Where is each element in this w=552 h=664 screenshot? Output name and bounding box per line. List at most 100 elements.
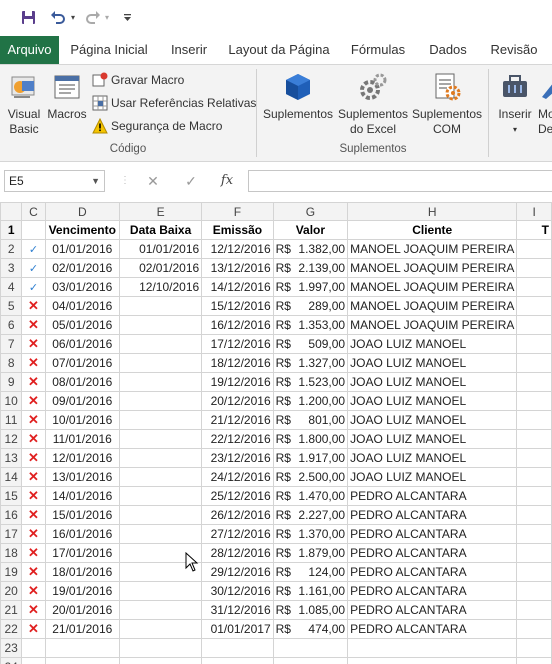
- cell-valor[interactable]: R$ 1.370,00: [272, 524, 349, 544]
- status-cell[interactable]: ✕: [21, 391, 46, 411]
- row-header[interactable]: 3: [0, 258, 23, 278]
- status-cell[interactable]: ✕: [21, 543, 46, 563]
- redo-dropdown-icon[interactable]: ▾: [102, 8, 112, 26]
- cell-vencimento[interactable]: 17/01/2016: [44, 543, 121, 563]
- row-header[interactable]: 12: [0, 429, 23, 449]
- cell-data-baixa[interactable]: 01/01/2016: [119, 239, 203, 259]
- com-addins-button[interactable]: Suplementos COM: [410, 71, 484, 137]
- formula-input[interactable]: [248, 170, 552, 192]
- cell[interactable]: [516, 391, 552, 411]
- worksheet-grid[interactable]: C D E F G H I 1 Vencimento Data Baixa Em…: [0, 202, 552, 664]
- cell-data-baixa[interactable]: [119, 600, 203, 620]
- cell[interactable]: [516, 562, 552, 582]
- tab-layout-da-pagina[interactable]: Layout da Página: [225, 36, 333, 64]
- cell[interactable]: [272, 657, 349, 664]
- cell-valor[interactable]: R$ 2.500,00: [272, 467, 349, 487]
- tab-arquivo[interactable]: Arquivo: [0, 36, 59, 64]
- cell[interactable]: [516, 239, 552, 259]
- cell-data-baixa[interactable]: [119, 619, 203, 639]
- cell-cliente[interactable]: JOAO LUIZ MANOEL: [347, 372, 518, 392]
- cell-emissao[interactable]: 31/12/2016: [201, 600, 274, 620]
- cell[interactable]: [44, 657, 121, 664]
- row-header[interactable]: 17: [0, 524, 23, 544]
- cell-emissao[interactable]: 12/12/2016: [201, 239, 274, 259]
- cell-valor[interactable]: R$ 474,00: [272, 619, 349, 639]
- cell[interactable]: [119, 638, 203, 658]
- status-cell[interactable]: ✕: [21, 505, 46, 525]
- cell-valor[interactable]: R$ 2.227,00: [272, 505, 349, 525]
- row-header[interactable]: 22: [0, 619, 23, 639]
- cell-cliente[interactable]: PEDRO ALCANTARA: [347, 619, 518, 639]
- column-header[interactable]: F: [201, 202, 274, 221]
- tab-revisao[interactable]: Revisão: [486, 36, 542, 64]
- cell-emissao[interactable]: 21/12/2016: [201, 410, 274, 430]
- column-header[interactable]: E: [119, 202, 203, 221]
- column-header[interactable]: I: [516, 202, 552, 221]
- cell[interactable]: [201, 657, 274, 664]
- cell-emissao[interactable]: 25/12/2016: [201, 486, 274, 506]
- cell-vencimento[interactable]: 09/01/2016: [44, 391, 121, 411]
- cell-emissao[interactable]: 26/12/2016: [201, 505, 274, 525]
- status-cell[interactable]: ✕: [21, 429, 46, 449]
- select-all-corner[interactable]: [0, 202, 23, 221]
- cell[interactable]: [516, 638, 552, 658]
- cell-vencimento[interactable]: 13/01/2016: [44, 467, 121, 487]
- cell-valor[interactable]: R$ 1.997,00: [272, 277, 349, 297]
- cell-valor[interactable]: R$ 1.470,00: [272, 486, 349, 506]
- save-icon[interactable]: [18, 8, 38, 26]
- cell[interactable]: [516, 296, 552, 316]
- cell[interactable]: [516, 486, 552, 506]
- cell-cliente[interactable]: MANOEL JOAQUIM PEREIRA: [347, 277, 518, 297]
- status-cell[interactable]: ✓: [21, 258, 46, 278]
- row-header[interactable]: 21: [0, 600, 23, 620]
- cell-emissao[interactable]: 23/12/2016: [201, 448, 274, 468]
- cell-data-baixa[interactable]: [119, 334, 203, 354]
- customize-qat-icon[interactable]: [120, 8, 134, 26]
- status-cell[interactable]: ✕: [21, 581, 46, 601]
- cell-data-baixa[interactable]: [119, 448, 203, 468]
- cell-cliente[interactable]: JOAO LUIZ MANOEL: [347, 334, 518, 354]
- status-cell[interactable]: ✕: [21, 619, 46, 639]
- column-header[interactable]: C: [21, 202, 46, 221]
- insert-function-icon[interactable]: fx: [216, 171, 238, 191]
- cell-cliente[interactable]: JOAO LUIZ MANOEL: [347, 353, 518, 373]
- row-header[interactable]: 18: [0, 543, 23, 563]
- status-cell[interactable]: ✕: [21, 448, 46, 468]
- cell[interactable]: [516, 581, 552, 601]
- cell-data-baixa[interactable]: [119, 372, 203, 392]
- row-header[interactable]: 15: [0, 486, 23, 506]
- enter-icon[interactable]: ✓: [180, 171, 202, 191]
- cell[interactable]: [516, 429, 552, 449]
- cell-emissao[interactable]: 18/12/2016: [201, 353, 274, 373]
- tab-dados[interactable]: Dados: [424, 36, 472, 64]
- cell[interactable]: [516, 353, 552, 373]
- cell-vencimento[interactable]: 14/01/2016: [44, 486, 121, 506]
- cell-data-baixa[interactable]: [119, 581, 203, 601]
- cell-valor[interactable]: R$ 124,00: [272, 562, 349, 582]
- cell-valor[interactable]: R$ 1.800,00: [272, 429, 349, 449]
- cell-cliente[interactable]: MANOEL JOAQUIM PEREIRA: [347, 296, 518, 316]
- status-cell[interactable]: ✕: [21, 562, 46, 582]
- cell-vencimento[interactable]: 02/01/2016: [44, 258, 121, 278]
- header-data-baixa[interactable]: Data Baixa: [119, 220, 203, 240]
- cell[interactable]: [516, 505, 552, 525]
- cell-emissao[interactable]: 29/12/2016: [201, 562, 274, 582]
- cell-cliente[interactable]: MANOEL JOAQUIM PEREIRA: [347, 258, 518, 278]
- cell-emissao[interactable]: 16/12/2016: [201, 315, 274, 335]
- name-box[interactable]: E5 ▼: [4, 170, 105, 192]
- cell-emissao[interactable]: 19/12/2016: [201, 372, 274, 392]
- cell-cliente[interactable]: PEDRO ALCANTARA: [347, 505, 518, 525]
- cell[interactable]: [516, 600, 552, 620]
- design-mode-button[interactable]: Mo De: [538, 71, 552, 137]
- row-header[interactable]: 8: [0, 353, 23, 373]
- cell-emissao[interactable]: 20/12/2016: [201, 391, 274, 411]
- cell-vencimento[interactable]: 11/01/2016: [44, 429, 121, 449]
- status-cell[interactable]: ✕: [21, 315, 46, 335]
- cell-emissao[interactable]: 13/12/2016: [201, 258, 274, 278]
- status-cell[interactable]: ✕: [21, 467, 46, 487]
- cell[interactable]: [21, 638, 46, 658]
- column-header[interactable]: G: [272, 202, 349, 221]
- column-header[interactable]: D: [44, 202, 121, 221]
- cell[interactable]: [516, 467, 552, 487]
- cell-data-baixa[interactable]: [119, 315, 203, 335]
